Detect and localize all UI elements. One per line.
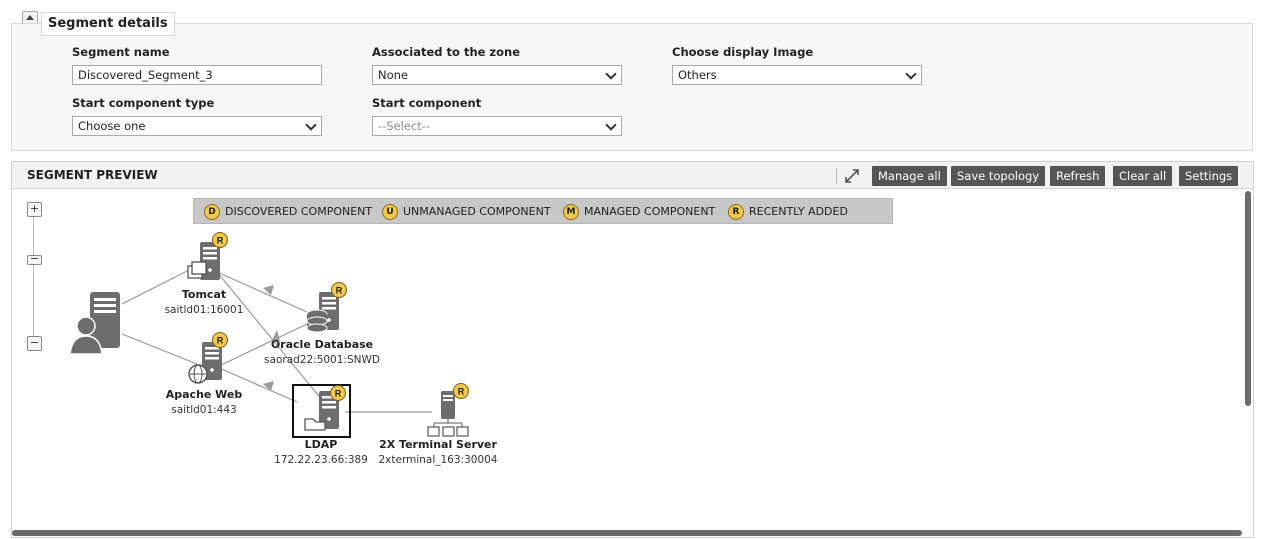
database-server-icon[interactable] xyxy=(306,282,347,333)
node-name-terminal: 2X Terminal Server xyxy=(379,438,497,451)
clear-all-button[interactable]: Clear all xyxy=(1113,166,1173,186)
expand-icon[interactable] xyxy=(844,168,860,184)
node-address-apache: saitld01:443 xyxy=(171,404,237,416)
segment-name-input[interactable]: Discovered_Segment_3 xyxy=(72,65,322,85)
terminal-server-icon[interactable] xyxy=(427,383,469,437)
chevron-down-icon xyxy=(605,68,617,80)
start-component-select[interactable]: --Select-- xyxy=(372,116,622,136)
zone-select[interactable]: None xyxy=(372,65,622,85)
zone-select-value: None xyxy=(378,68,409,82)
zone-label: Associated to the zone xyxy=(372,45,521,59)
node-name-apache: Apache Web xyxy=(165,388,243,401)
refresh-button[interactable]: Refresh xyxy=(1050,166,1106,186)
segment-details-title: Segment details xyxy=(41,12,175,36)
chevron-down-icon xyxy=(305,119,317,131)
topology-graph: R xyxy=(69,232,469,438)
start-type-value: Choose one xyxy=(78,119,146,133)
start-type-label: Start component type xyxy=(72,96,215,110)
node-address-terminal: 2xterminal_163:30004 xyxy=(378,454,498,466)
chevron-down-icon xyxy=(905,68,917,80)
node-name-oracle: Oracle Database xyxy=(270,338,374,351)
chevron-down-icon xyxy=(605,119,617,131)
preview-title: SEGMENT PREVIEW xyxy=(27,168,158,182)
start-component-label: Start component xyxy=(372,96,482,110)
start-component-value: --Select-- xyxy=(378,119,431,133)
tomcat-server-icon[interactable] xyxy=(187,232,228,281)
web-server-icon[interactable] xyxy=(188,332,228,384)
node-address-oracle: saorad22:5001:SNWD xyxy=(264,354,380,366)
vertical-scrollbar[interactable] xyxy=(1245,191,1251,406)
node-name-tomcat: Tomcat xyxy=(181,288,227,301)
client-user-icon[interactable] xyxy=(69,292,120,355)
display-image-select[interactable]: Others xyxy=(672,65,922,85)
settings-button[interactable]: Settings xyxy=(1179,166,1239,186)
toolbar-divider xyxy=(836,168,837,184)
display-image-label: Choose display Image xyxy=(672,45,814,59)
preview-toolbar: SEGMENT PREVIEW Manage all Save topology… xyxy=(12,162,1253,189)
display-image-value: Others xyxy=(678,68,717,82)
manage-all-button[interactable]: Manage all xyxy=(872,166,947,186)
segment-preview-panel: SEGMENT PREVIEW Manage all Save topology… xyxy=(11,161,1254,538)
ldap-server-icon[interactable] xyxy=(292,384,351,438)
start-type-select[interactable]: Choose one xyxy=(72,116,322,136)
horizontal-scrollbar[interactable] xyxy=(12,530,1242,536)
segment-name-label: Segment name xyxy=(72,45,170,59)
segment-details-panel: Segment name Discovered_Segment_3 Associ… xyxy=(11,23,1253,151)
node-address-tomcat: saitld01:16001 xyxy=(164,304,244,316)
save-topology-button[interactable]: Save topology xyxy=(951,166,1046,186)
